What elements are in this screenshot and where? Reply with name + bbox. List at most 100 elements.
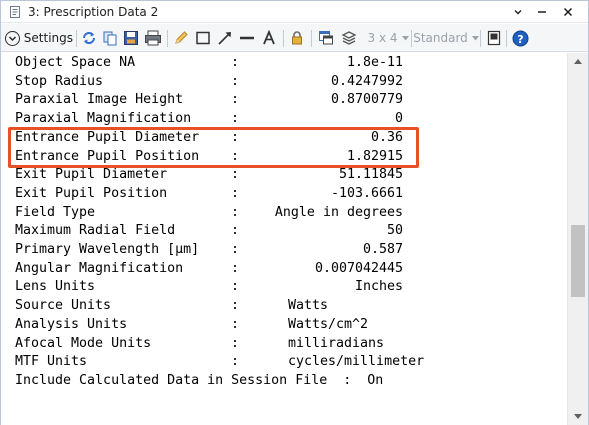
arrow-icon[interactable]	[216, 28, 234, 48]
copy-icon[interactable]	[102, 28, 118, 48]
row-label: Exit Pupil Position	[15, 185, 168, 201]
data-row: Field Type: Angle in degrees	[15, 203, 435, 222]
row-value: 51.11845	[338, 167, 403, 183]
dropdown-arrow-icon	[471, 35, 479, 41]
row-label: Analysis Units	[15, 316, 128, 332]
prescription-data-window: 3: Prescription Data 2 Settings 3 x 4 St…	[0, 0, 589, 425]
scrollbar-thumb[interactable]	[571, 225, 585, 297]
help-icon[interactable]: ?	[511, 28, 529, 48]
settings-label: Settings	[23, 31, 73, 45]
chevron-down-icon	[5, 30, 20, 46]
svg-text:?: ?	[517, 33, 523, 46]
data-row: Lens Units: Inches	[15, 277, 435, 296]
row-value: 1.8e-11	[346, 55, 403, 70]
data-row: MTF Units: cycles/millimeter	[15, 352, 435, 371]
row-separator: :	[231, 242, 240, 257]
row-separator: :	[231, 223, 240, 239]
minimize-icon[interactable]	[535, 5, 549, 19]
window-icon[interactable]	[317, 28, 335, 48]
row-separator: :	[231, 298, 240, 314]
row-separator: :	[231, 279, 240, 295]
toolbar-divider	[411, 30, 412, 47]
row-label: Object Space NA	[15, 55, 136, 70]
row-label: Afocal Mode Units	[15, 335, 152, 351]
row-label: Exit Pupil Diameter	[15, 167, 168, 183]
scroll-up-icon[interactable]	[568, 53, 588, 70]
refresh-icon[interactable]	[81, 28, 97, 48]
data-row: Primary Wavelength [µm]: 0.587	[15, 240, 435, 259]
style-dropdown[interactable]: Standard	[413, 28, 479, 48]
scroll-down-icon[interactable]	[568, 408, 588, 425]
row-label: Field Type	[15, 204, 96, 220]
row-value: 0.8700779	[330, 92, 403, 108]
window-title: 3: Prescription Data 2	[28, 5, 159, 19]
row-separator: :	[231, 167, 240, 183]
data-row: Paraxial Image Height: 0.8700779	[15, 90, 435, 109]
toolbar-divider	[76, 30, 77, 47]
pencil-icon[interactable]	[172, 28, 190, 48]
window-menu-dropdown-icon[interactable]	[511, 5, 525, 19]
row-value: cycles/millimeter	[288, 354, 425, 370]
layout-dropdown[interactable]: 3 x 4	[366, 28, 410, 48]
row-label: Include Calculated Data in Session File …	[15, 372, 384, 388]
row-label: Primary Wavelength [µm]	[15, 242, 200, 257]
toolbar-divider	[311, 30, 312, 47]
line-icon[interactable]	[238, 28, 256, 48]
layers-icon[interactable]	[340, 28, 358, 48]
row-value: 0.4247992	[330, 73, 403, 89]
data-row: Exit Pupil Position: -103.6661	[15, 184, 435, 203]
toolbar-divider	[506, 30, 507, 47]
rectangle-icon[interactable]	[194, 28, 212, 48]
row-label: Paraxial Magnification	[15, 111, 192, 127]
data-row: Object Space NA: 1.8e-11	[15, 53, 435, 72]
row-value: milliradians	[288, 335, 385, 351]
toolbar-divider	[283, 30, 284, 47]
row-separator: :	[231, 73, 240, 89]
row-value: 0	[394, 111, 403, 127]
row-value: Inches	[354, 279, 403, 295]
row-separator: :	[231, 260, 240, 276]
row-separator: :	[231, 354, 240, 370]
row-separator: :	[231, 316, 240, 332]
toolbar: Settings 3 x 4 Standard ?	[1, 24, 588, 52]
row-label: Maximum Radial Field	[15, 223, 176, 239]
row-label: Paraxial Image Height	[15, 92, 184, 108]
title-bar[interactable]: 3: Prescription Data 2	[1, 1, 588, 23]
data-row: Analysis Units: Watts/cm^2	[15, 315, 435, 334]
data-row: Source Units: Watts	[15, 296, 435, 315]
vertical-scrollbar[interactable]	[567, 53, 588, 425]
row-value: 0.007042445	[314, 260, 403, 276]
single-window-icon[interactable]	[485, 28, 503, 48]
row-label: Lens Units	[15, 279, 96, 295]
data-row: Exit Pupil Diameter: 51.11845	[15, 165, 435, 184]
row-label: Source Units	[15, 298, 112, 314]
save-icon[interactable]	[123, 28, 139, 48]
text-icon[interactable]	[260, 28, 278, 48]
row-value: 0.587	[362, 242, 403, 257]
row-label: Angular Magnification	[15, 260, 184, 276]
row-value: -103.6661	[330, 185, 403, 201]
row-label: Stop Radius	[15, 73, 104, 89]
settings-button[interactable]: Settings	[5, 28, 73, 48]
document-icon	[9, 6, 21, 18]
row-separator: :	[231, 204, 240, 220]
data-row: Angular Magnification: 0.007042445	[15, 259, 435, 278]
row-value: 50	[386, 223, 403, 239]
print-icon[interactable]	[144, 28, 162, 48]
row-value: Watts/cm^2	[288, 316, 369, 332]
prescription-data-text: Object Space NA: 1.8e-11 Stop Radius: 0.424…	[1, 53, 567, 425]
row-label: MTF Units	[15, 354, 88, 370]
row-value: Watts	[288, 298, 329, 314]
data-row: Afocal Mode Units: milliradians	[15, 334, 435, 353]
data-row: Maximum Radial Field: 50	[15, 221, 435, 240]
row-separator: :	[231, 185, 240, 201]
row-separator: :	[231, 55, 240, 70]
close-icon[interactable]	[561, 5, 575, 19]
row-separator: :	[231, 92, 240, 108]
lock-icon[interactable]	[288, 28, 306, 48]
toolbar-divider	[167, 30, 168, 47]
dropdown-arrow-icon	[401, 35, 409, 41]
row-separator: :	[231, 111, 240, 127]
data-row: Include Calculated Data in Session File …	[15, 371, 435, 390]
data-row: Paraxial Magnification: 0	[15, 109, 435, 128]
